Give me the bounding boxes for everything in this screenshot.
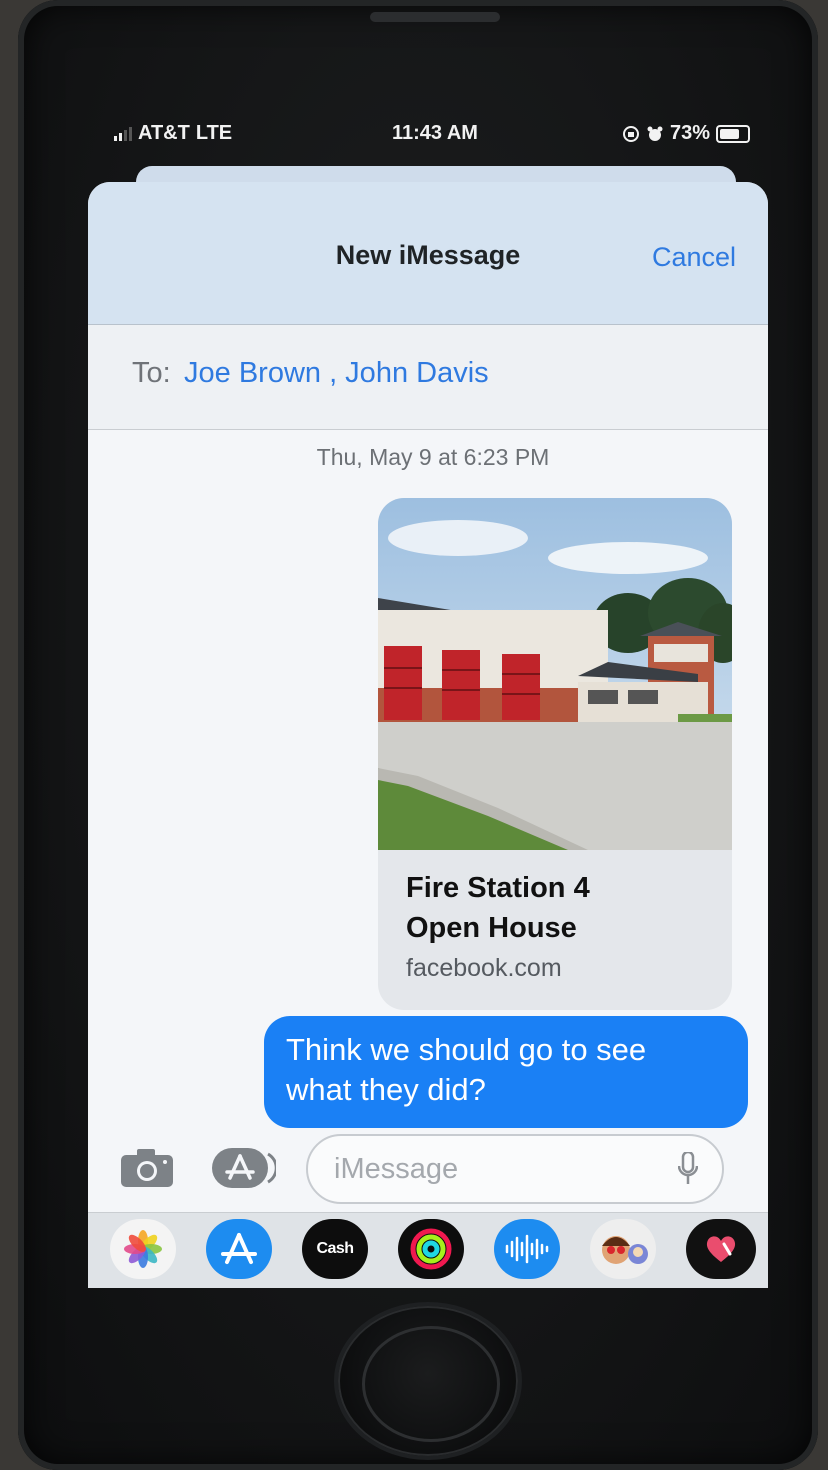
- link-domain: facebook.com: [406, 954, 562, 982]
- photos-flower-icon: [124, 1230, 162, 1268]
- rotation-lock-icon: [622, 125, 639, 142]
- app-store-icon: [212, 1148, 276, 1188]
- microphone-icon[interactable]: [678, 1152, 698, 1186]
- message-input[interactable]: [306, 1134, 724, 1204]
- link-preview-card[interactable]: Fire Station 4 Open House facebook.com: [378, 498, 732, 1010]
- camera-button[interactable]: [120, 1148, 174, 1188]
- audio-message-app-icon[interactable]: [494, 1219, 560, 1279]
- alarm-icon: [647, 126, 663, 141]
- status-bar: AT&T LTE 11:43 AM 73%: [114, 118, 764, 154]
- waveform-icon: [505, 1234, 549, 1264]
- activity-app-icon[interactable]: [398, 1219, 464, 1279]
- apps-button[interactable]: [212, 1148, 276, 1188]
- carrier-name: AT&T: [138, 122, 190, 144]
- phone-body: AT&T LTE 11:43 AM 73% New iMessage Cance…: [18, 0, 818, 1470]
- apple-cash-app-icon[interactable]: Cash: [302, 1219, 368, 1279]
- heart-icon: [706, 1236, 736, 1262]
- sheet-header: New iMessage Cancel: [88, 182, 768, 325]
- battery-icon: [716, 124, 750, 143]
- app-store-app-icon[interactable]: [206, 1219, 272, 1279]
- signal-icon: [114, 126, 132, 141]
- composer-row: [88, 1130, 768, 1210]
- memoji-app-icon[interactable]: [590, 1219, 656, 1279]
- sent-message-line2: what they did?: [286, 1072, 486, 1107]
- photos-app-icon[interactable]: [110, 1219, 176, 1279]
- camera-icon: [121, 1149, 173, 1187]
- link-title-line2: Open House: [406, 912, 577, 944]
- link-title-line1: Fire Station 4: [406, 872, 590, 904]
- sent-message-line1: Think we should go to see: [286, 1032, 647, 1067]
- message-timestamp: Thu, May 9 at 6:23 PM: [316, 444, 550, 470]
- home-button[interactable]: [338, 1306, 518, 1456]
- battery-percent: 73%: [669, 122, 710, 144]
- memoji-face-icon: [602, 1236, 648, 1264]
- carrier-group: AT&T LTE: [114, 122, 232, 145]
- cancel-button[interactable]: Cancel: [652, 242, 736, 273]
- digital-touch-app-icon[interactable]: [686, 1219, 756, 1279]
- link-preview-text: Fire Station 4 Open House facebook.com: [406, 868, 716, 983]
- status-right-group: 73%: [622, 122, 750, 145]
- apple-cash-label: Cash: [316, 1240, 354, 1257]
- to-label: To:: [132, 357, 171, 389]
- activity-rings-icon: [410, 1228, 452, 1270]
- sent-message-bubble[interactable]: Think we should go to see what they did?: [264, 1016, 748, 1128]
- earpiece-speaker: [370, 12, 500, 22]
- status-time: 11:43 AM: [392, 122, 478, 144]
- to-field[interactable]: To: Joe Brown , John Davis: [88, 325, 768, 430]
- network-type: LTE: [195, 122, 233, 144]
- imessage-app-drawer: Cash: [88, 1212, 768, 1288]
- fire-station-photo: [378, 498, 732, 850]
- compose-sheet: New iMessage Cancel To: Joe Brown , John…: [88, 182, 768, 1288]
- app-store-glyph-icon: [221, 1233, 257, 1264]
- home-button-ring: [362, 1326, 500, 1442]
- recipient-list[interactable]: Joe Brown , John Davis: [184, 357, 489, 390]
